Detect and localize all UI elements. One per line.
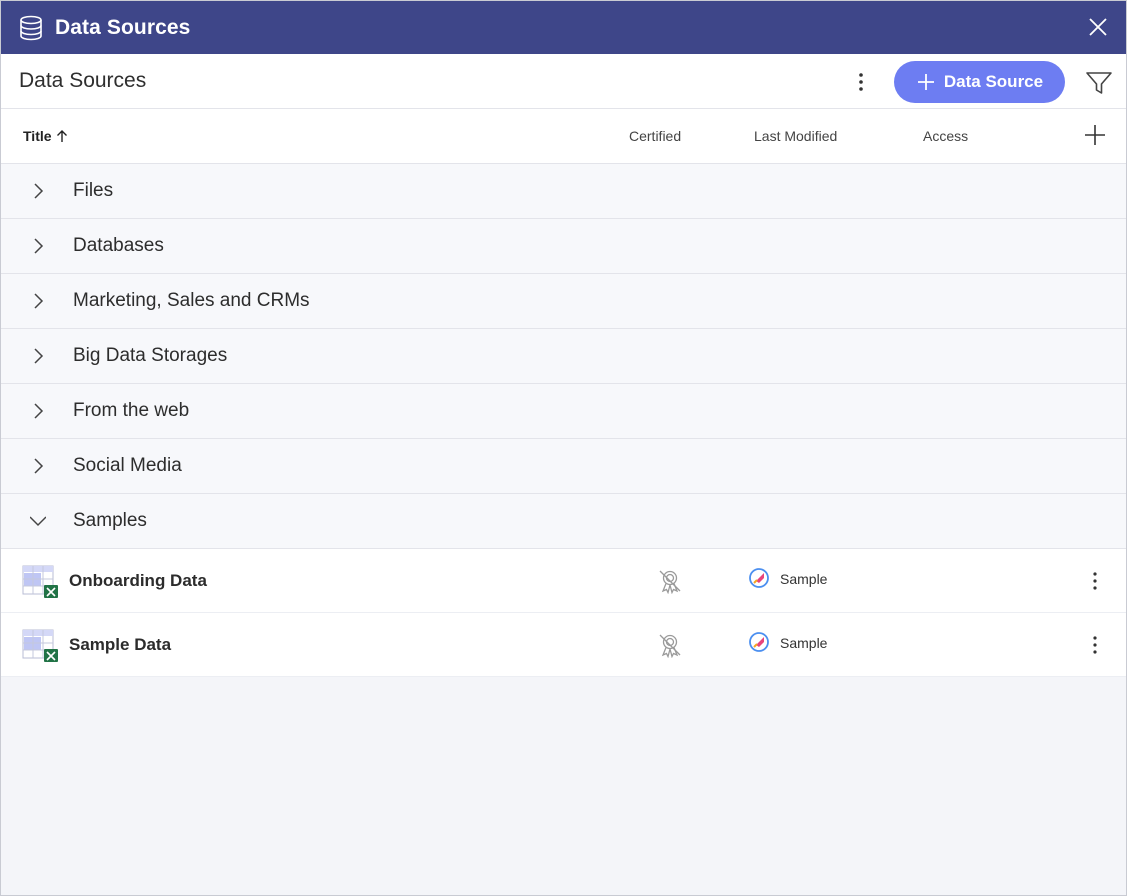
excel-file-icon	[22, 565, 60, 599]
group-label: From the web	[73, 400, 190, 421]
database-icon	[19, 15, 43, 41]
group-label: Databases	[73, 235, 164, 256]
data-source-title: Sample Data	[69, 635, 172, 654]
arrow-up-icon	[55, 129, 69, 143]
filter-icon[interactable]	[1085, 69, 1113, 97]
group-from-the-web[interactable]: From the web	[1, 384, 1126, 439]
data-source-title: Onboarding Data	[69, 571, 207, 590]
group-social-media[interactable]: Social Media	[1, 439, 1126, 494]
more-vertical-icon[interactable]	[1083, 569, 1107, 593]
not-certified-icon	[657, 632, 683, 658]
page-title: Data Sources	[19, 69, 147, 92]
chevron-right-icon	[30, 238, 46, 254]
chevron-right-icon	[30, 293, 46, 309]
data-sources-dialog: Data Sources Data Sources Data Source Ti…	[0, 0, 1127, 896]
window-title: Data Sources	[55, 15, 191, 39]
chevron-right-icon	[30, 348, 46, 364]
group-label: Big Data Storages	[73, 345, 228, 366]
plus-icon	[916, 72, 936, 92]
more-vertical-icon[interactable]	[849, 70, 873, 94]
add-data-source-label: Data Source	[943, 72, 1044, 91]
group-marketing-sales-crms[interactable]: Marketing, Sales and CRMs	[1, 274, 1126, 329]
group-samples[interactable]: Samples	[1, 494, 1126, 549]
access-label: Sample	[780, 635, 828, 651]
not-certified-icon	[657, 568, 683, 594]
excel-file-icon	[22, 629, 60, 663]
rocket-icon	[748, 567, 770, 589]
chevron-right-icon	[30, 458, 46, 474]
chevron-right-icon	[30, 183, 46, 199]
chevron-down-icon	[30, 513, 46, 529]
group-label: Files	[73, 180, 114, 201]
data-source-row[interactable]: Onboarding Data Sample	[1, 549, 1126, 613]
add-column-plus-icon[interactable]	[1083, 123, 1107, 147]
add-data-source-button[interactable]: Data Source	[894, 61, 1065, 103]
title-bar: Data Sources	[1, 1, 1126, 54]
group-big-data-storages[interactable]: Big Data Storages	[1, 329, 1126, 384]
column-header: Title Certified Last Modified Access	[1, 109, 1126, 164]
access-label: Sample	[780, 571, 828, 587]
group-label: Samples	[73, 510, 147, 531]
more-vertical-icon[interactable]	[1083, 633, 1107, 657]
column-title[interactable]: Title	[23, 128, 69, 144]
group-label: Social Media	[73, 455, 182, 476]
toolbar: Data Sources Data Source	[1, 54, 1126, 109]
group-label: Marketing, Sales and CRMs	[73, 290, 310, 311]
chevron-right-icon	[30, 403, 46, 419]
close-icon[interactable]	[1086, 15, 1110, 39]
column-access[interactable]: Access	[923, 128, 968, 144]
column-last-modified[interactable]: Last Modified	[754, 128, 837, 144]
column-title-label: Title	[23, 128, 52, 144]
group-files[interactable]: Files	[1, 164, 1126, 219]
group-databases[interactable]: Databases	[1, 219, 1126, 274]
data-source-row[interactable]: Sample Data Sample	[1, 613, 1126, 677]
column-certified[interactable]: Certified	[629, 128, 681, 144]
rocket-icon	[748, 631, 770, 653]
